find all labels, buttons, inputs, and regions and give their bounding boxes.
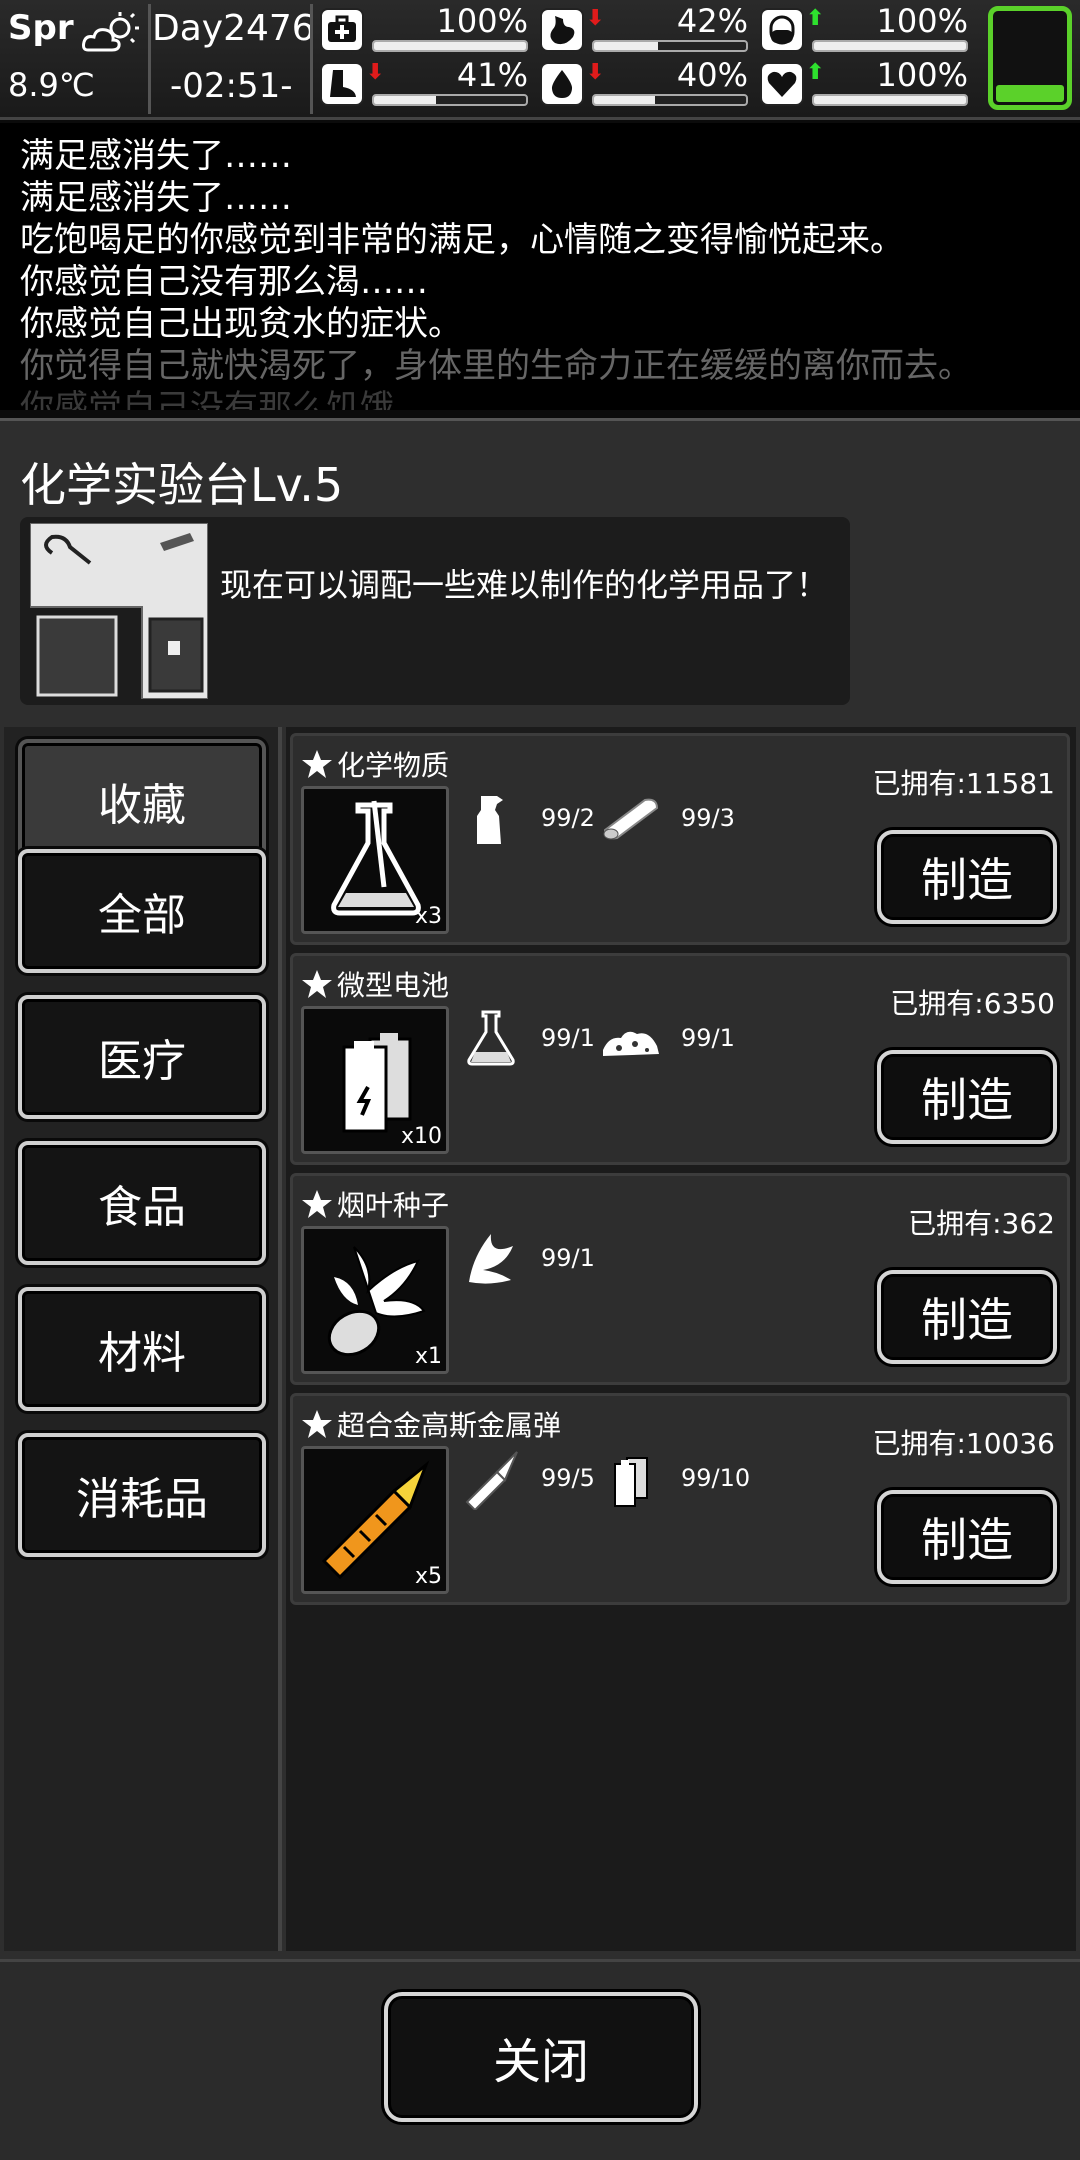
boot-icon	[320, 62, 364, 106]
divider	[310, 4, 313, 114]
recipe-name: 微型电池	[337, 969, 450, 1002]
message-log[interactable]: 满足感消失了…… 满足感消失了…… 吃饱喝足的你感觉到非常的满足，心情随之变得愉…	[0, 123, 1080, 410]
heart-stat: ⬆ 100%	[760, 58, 980, 110]
recipe-item: 化学物质 x3 99/2 99/3 已拥有:11581 制造	[290, 733, 1070, 945]
game-time: -02:51-	[170, 66, 293, 106]
craft-button[interactable]: 制造	[877, 1490, 1057, 1584]
category-food[interactable]: 食品	[18, 1141, 266, 1265]
water-drop-icon	[540, 62, 584, 106]
battery-icon	[614, 1457, 648, 1507]
gauss-bullet-icon	[321, 1460, 430, 1580]
workbench-description: 现在可以调配一些难以制作的化学用品了！	[20, 517, 850, 705]
seed-bag-icon	[327, 1246, 426, 1357]
ingredient: 99/5	[459, 1446, 595, 1510]
category-medical[interactable]: 医疗	[18, 995, 266, 1119]
chemistry-bench-image	[30, 523, 208, 699]
ingredient: 99/1	[459, 1006, 595, 1070]
flask-icon	[467, 1010, 515, 1066]
log-line: 满足感消失了……	[20, 178, 292, 218]
category-consumables[interactable]: 消耗品	[18, 1433, 266, 1557]
recipe-name: 化学物质	[337, 749, 450, 782]
panel-title: 化学实验台Lv.5	[20, 458, 344, 512]
battery-level	[996, 85, 1064, 102]
output-quantity: x1	[414, 1344, 442, 1369]
recipe-thumbnail[interactable]: x10	[301, 1006, 449, 1154]
heart-icon	[760, 62, 804, 106]
log-line: 你感觉自己没有那么渴……	[20, 262, 428, 302]
thirst-stat: ⬇ 40%	[540, 58, 760, 110]
recipe-name: 烟叶种子	[337, 1189, 450, 1222]
scrap-pile-icon	[603, 1031, 659, 1056]
log-line: 你感觉自己出现贫水的症状。	[20, 304, 462, 344]
day-counter: Day2476	[152, 8, 315, 49]
category-materials[interactable]: 材料	[18, 1287, 266, 1411]
output-quantity: x3	[414, 904, 442, 929]
category-favorites[interactable]: 收藏	[18, 739, 266, 863]
trend-down-icon: ⬇	[586, 60, 605, 85]
partly-cloudy-icon	[82, 12, 139, 52]
pill-icon	[760, 8, 804, 52]
favorite-star-icon[interactable]	[301, 748, 333, 780]
recipe-list[interactable]: 化学物质 x3 99/2 99/3 已拥有:11581 制造 微型电池 x10 …	[286, 727, 1076, 1951]
owned-count: 已拥有:11581	[872, 767, 1055, 800]
output-quantity: x10	[400, 1124, 442, 1149]
ingredient: 99/2	[459, 786, 595, 850]
owned-count: 已拥有:10036	[872, 1427, 1055, 1460]
panel-footer: 关闭	[0, 1959, 1080, 2160]
favorite-star-icon[interactable]	[301, 1408, 333, 1440]
temperature: 8.9℃	[8, 66, 95, 104]
recipe-thumbnail[interactable]: x3	[301, 786, 449, 934]
leaf-icon	[469, 1234, 513, 1284]
mood-stat: ⬆ 100%	[760, 4, 980, 56]
ingredient: 99/1	[459, 1226, 595, 1290]
owned-count: 已拥有:6350	[890, 987, 1055, 1020]
spray-bottle-icon	[477, 796, 503, 844]
craft-button[interactable]: 制造	[877, 1050, 1057, 1144]
recipe-thumbnail[interactable]: x1	[301, 1226, 449, 1374]
recipe-item: 微型电池 x10 99/1 99/1 已拥有:6350 制造	[290, 953, 1070, 1165]
bullet-icon	[465, 1451, 518, 1510]
close-button[interactable]: 关闭	[384, 1992, 698, 2122]
workbench-description-text: 现在可以调配一些难以制作的化学用品了！	[220, 566, 829, 604]
owned-count: 已拥有:362	[908, 1207, 1055, 1240]
stamina-stat: ⬇ 41%	[320, 58, 540, 110]
favorite-star-icon[interactable]	[301, 968, 333, 1000]
stomach-icon	[540, 8, 584, 52]
medkit-icon	[320, 8, 364, 52]
log-line: 满足感消失了……	[20, 136, 292, 176]
recipe-name: 超合金高斯金属弹	[337, 1409, 562, 1442]
wood-log-icon	[603, 798, 659, 840]
recipe-item: 超合金高斯金属弹 x5 99/5 99/10 已拥有:10036 制造	[290, 1393, 1070, 1605]
category-all[interactable]: 全部	[18, 849, 266, 973]
status-bar: Spr 8.9℃ Day2476 -02:51- 100% ⬇ 42% ⬆ 10…	[0, 0, 1080, 120]
flask-icon	[331, 800, 421, 916]
log-line: 你觉得自己就快渴死了，身体里的生命力正在缓缓的离你而去。	[20, 346, 972, 386]
ingredient: 99/10	[599, 1446, 750, 1510]
trend-down-icon: ⬇	[586, 6, 605, 31]
craft-button[interactable]: 制造	[877, 830, 1057, 924]
trend-down-icon: ⬇	[366, 60, 385, 85]
trend-up-icon: ⬆	[806, 6, 825, 31]
trend-up-icon: ⬆	[806, 60, 825, 85]
favorite-star-icon[interactable]	[301, 1188, 333, 1220]
divider	[148, 4, 151, 114]
ingredient: 99/1	[599, 1006, 735, 1070]
recipe-item: 烟叶种子 x1 99/1 已拥有:362 制造	[290, 1173, 1070, 1385]
craft-button[interactable]: 制造	[877, 1270, 1057, 1364]
hunger-stat: ⬇ 42%	[540, 4, 760, 56]
battery-icon	[342, 1033, 412, 1133]
ingredient: 99/3	[599, 786, 735, 850]
output-quantity: x5	[414, 1564, 442, 1589]
log-line: 吃饱喝足的你感觉到非常的满足，心情随之变得愉悦起来。	[20, 220, 904, 260]
category-sidebar: 收藏 全部 医疗 食品 材料 消耗品	[4, 727, 282, 1951]
health-stat: 100%	[320, 4, 540, 56]
battery-indicator	[988, 6, 1072, 110]
log-line: 你感觉自己没有那么饥饿……	[20, 388, 462, 410]
season-label: Spr	[8, 8, 74, 48]
crafting-panel: 化学实验台Lv.5 现在可以调配一些难以制作的化学用品了！ 收藏 全部 医疗 食…	[0, 418, 1080, 2160]
recipe-thumbnail[interactable]: x5	[301, 1446, 449, 1594]
